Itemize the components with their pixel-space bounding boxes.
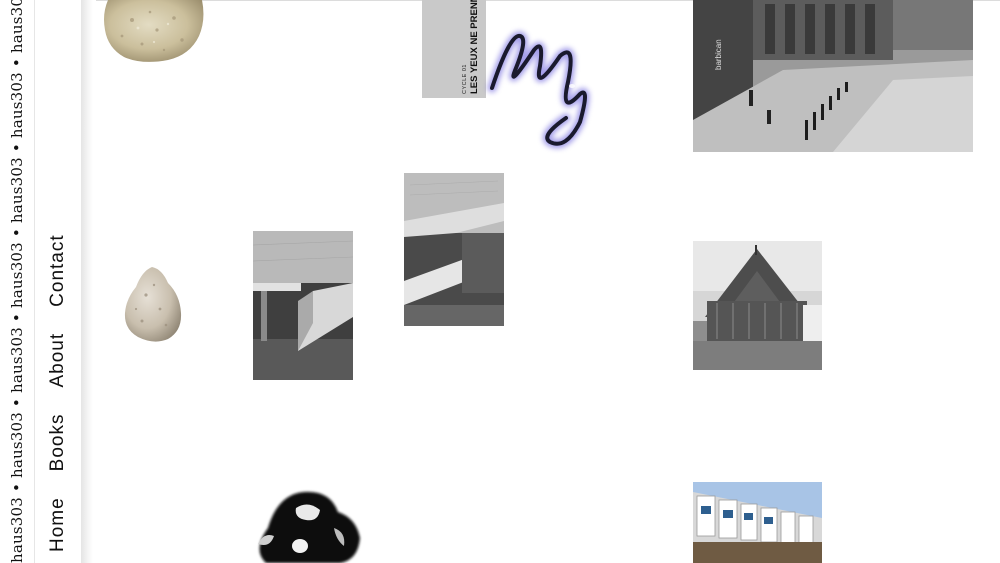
photo-concrete-stairs-2[interactable] <box>404 173 504 326</box>
barbican-sign: barbican <box>714 39 723 70</box>
photo-housing-block[interactable] <box>693 482 822 563</box>
nav-shadow <box>81 0 93 563</box>
stone-image-middle[interactable] <box>122 265 184 345</box>
book-cover[interactable]: CYCLE 01 LES YEUX NE PRENNEN <box>422 0 486 98</box>
photo-concrete-stairs-1[interactable] <box>253 231 353 380</box>
photo-brick-church[interactable] <box>693 241 822 370</box>
brand-marquee-text: haus303 • haus303 • haus303 • haus303 • … <box>8 0 26 563</box>
nav-item-contact[interactable]: Contact <box>47 234 69 306</box>
nav-item-home[interactable]: Home <box>47 497 69 552</box>
squiggle-graphic[interactable] <box>480 22 595 168</box>
photo-barbican-street[interactable]: barbican <box>693 0 973 152</box>
nav-item-books[interactable]: Books <box>47 414 69 472</box>
brand-marquee-rail: haus303 • haus303 • haus303 • haus303 • … <box>0 0 34 563</box>
stone-image-top[interactable] <box>102 0 206 64</box>
nav-item-about[interactable]: About <box>47 333 69 388</box>
book-title: LES YEUX NE PRENNEN <box>469 0 480 94</box>
page-canvas: haus303 • haus303 • haus303 • haus303 • … <box>0 0 1000 563</box>
nav-list: Home Books About Contact <box>47 234 69 552</box>
book-cycle-label: CYCLE 01 <box>462 64 468 94</box>
blob-artwork[interactable] <box>248 488 364 563</box>
main-nav: Home Books About Contact <box>35 0 81 563</box>
